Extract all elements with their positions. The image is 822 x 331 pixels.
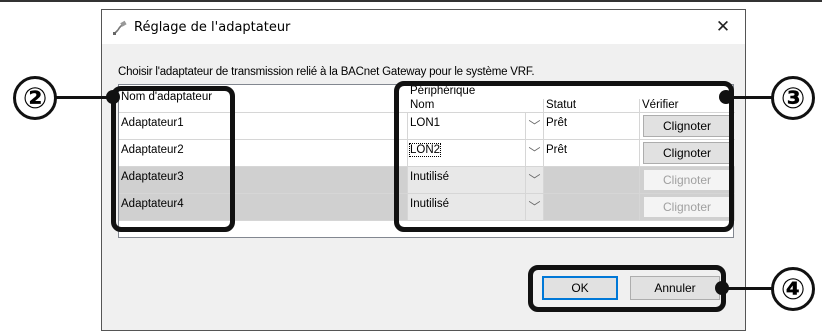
close-icon: ✕	[715, 17, 731, 36]
dialog-title: Réglage de l'adaptateur	[134, 20, 291, 35]
callout-frame-3	[394, 81, 734, 232]
adapter-plug-icon	[113, 20, 127, 35]
callout-number-4: ④	[771, 267, 815, 311]
callout-number-2: ②	[13, 76, 57, 120]
callout-connector-3	[726, 96, 774, 99]
callout-dot-2	[106, 90, 120, 104]
title-bar: Réglage de l'adaptateur ✕	[102, 10, 745, 44]
callout-frame-4	[528, 265, 726, 312]
callout-frame-2	[111, 86, 235, 232]
instruction-text: Choisir l'adaptateur de transmission rel…	[118, 66, 535, 78]
callout-dot-3	[719, 90, 733, 104]
callout-number-3: ③	[771, 76, 815, 120]
callout-dot-4	[715, 281, 729, 295]
top-border	[0, 0, 822, 2]
callout-connector-2	[56, 96, 113, 99]
close-button[interactable]: ✕	[711, 16, 735, 38]
